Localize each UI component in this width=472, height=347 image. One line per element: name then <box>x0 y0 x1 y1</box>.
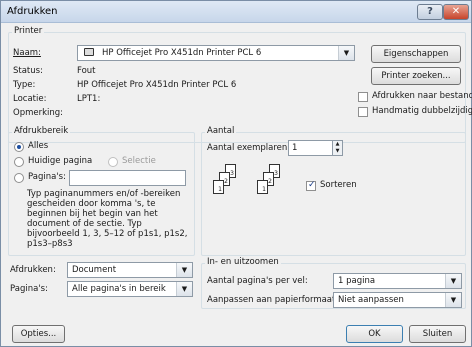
print-to-file-label[interactable]: Afdrukken naar bestand <box>372 91 472 101</box>
ok-button[interactable]: OK <box>346 325 403 343</box>
range-all-label[interactable]: Alles <box>28 141 48 151</box>
range-current-label[interactable]: Huidige pagina <box>28 156 92 166</box>
print-pages-label: Pagina's: <box>10 284 48 294</box>
range-all-radio[interactable] <box>14 142 24 152</box>
print-dialog: Afdrukken ? ✕ Printer Naam: HP Officejet… <box>0 0 472 347</box>
copies-group-label: Aantal <box>205 126 237 136</box>
location-value: LPT1: <box>77 94 101 104</box>
print-to-file-checkbox[interactable] <box>358 92 368 102</box>
print-pages-value: Alle pagina's in bereik <box>72 284 166 294</box>
status-value: Fout <box>77 66 96 76</box>
pages-per-sheet-label: Aantal pagina's per vel: <box>207 276 308 286</box>
copies-label: Aantal exemplaren: <box>207 143 291 153</box>
comment-label: Opmerking: <box>13 108 64 118</box>
range-selection-radio <box>108 157 118 167</box>
find-printer-button[interactable]: Printer zoeken... <box>371 67 461 85</box>
sheet-icon: 1 <box>257 180 268 194</box>
location-label: Locatie: <box>13 94 47 104</box>
status-label: Status: <box>13 66 43 76</box>
scale-select[interactable]: Niet aanpassen ▼ <box>333 292 462 308</box>
chevron-down-icon: ▼ <box>445 274 461 288</box>
options-button[interactable]: Opties... <box>12 325 65 343</box>
type-label: Type: <box>13 80 36 90</box>
spin-up-icon[interactable]: ▲ <box>333 141 342 148</box>
scale-label: Aanpassen aan papierformaat: <box>207 295 339 305</box>
print-range-label: Afdrukbereik <box>12 126 71 136</box>
pages-per-sheet-select[interactable]: 1 pagina ▼ <box>333 273 462 289</box>
window-title: Afdrukken <box>7 6 58 17</box>
pages-per-sheet-value: 1 pagina <box>338 276 376 286</box>
range-pages-label[interactable]: Pagina's: <box>28 172 66 182</box>
close-window-button[interactable]: ✕ <box>443 4 469 20</box>
scale-value: Niet aanpassen <box>338 295 404 305</box>
printer-group-label: Printer <box>12 26 45 36</box>
printer-name-value: HP Officejet Pro X451dn Printer PCL 6 <box>102 48 262 58</box>
spin-down-icon[interactable]: ▼ <box>333 148 342 155</box>
chevron-down-icon: ▼ <box>176 282 192 296</box>
manual-duplex-checkbox[interactable] <box>358 107 368 117</box>
pages-input[interactable] <box>69 170 186 186</box>
copies-value: 1 <box>292 143 298 153</box>
pages-help-text: Typ paginanummers en/of -bereiken gesche… <box>27 189 188 249</box>
print-what-label: Afdrukken: <box>10 265 56 275</box>
collate-label[interactable]: Sorteren <box>320 180 357 190</box>
print-what-select[interactable]: Document ▼ <box>67 262 193 278</box>
title-bar: Afdrukken ? ✕ <box>1 1 471 23</box>
collate-checkbox[interactable] <box>306 180 316 191</box>
range-current-radio[interactable] <box>14 157 24 167</box>
printer-name-select[interactable]: HP Officejet Pro X451dn Printer PCL 6 ▼ <box>77 45 355 61</box>
help-button[interactable]: ? <box>417 4 443 20</box>
printer-name-label: Naam: <box>13 48 41 58</box>
range-selection-label: Selectie <box>122 156 156 166</box>
chevron-down-icon: ▼ <box>338 46 354 60</box>
properties-button[interactable]: Eigenschappen <box>371 45 461 63</box>
printer-icon <box>84 48 94 56</box>
print-what-value: Document <box>72 265 117 275</box>
copies-spinner[interactable]: ▲ ▼ <box>332 140 343 156</box>
copies-input[interactable]: 1 <box>288 140 333 156</box>
close-button[interactable]: Sluiten <box>409 325 466 343</box>
range-pages-radio[interactable] <box>14 173 24 183</box>
sheet-icon: 1 <box>213 180 224 194</box>
chevron-down-icon: ▼ <box>176 263 192 277</box>
zoom-group-label: In- en uitzoomen <box>205 257 281 267</box>
chevron-down-icon: ▼ <box>445 293 461 307</box>
print-pages-select[interactable]: Alle pagina's in bereik ▼ <box>67 281 193 297</box>
manual-duplex-label[interactable]: Handmatig dubbelzijdig <box>372 106 472 116</box>
type-value: HP Officejet Pro X451dn Printer PCL 6 <box>77 80 237 90</box>
